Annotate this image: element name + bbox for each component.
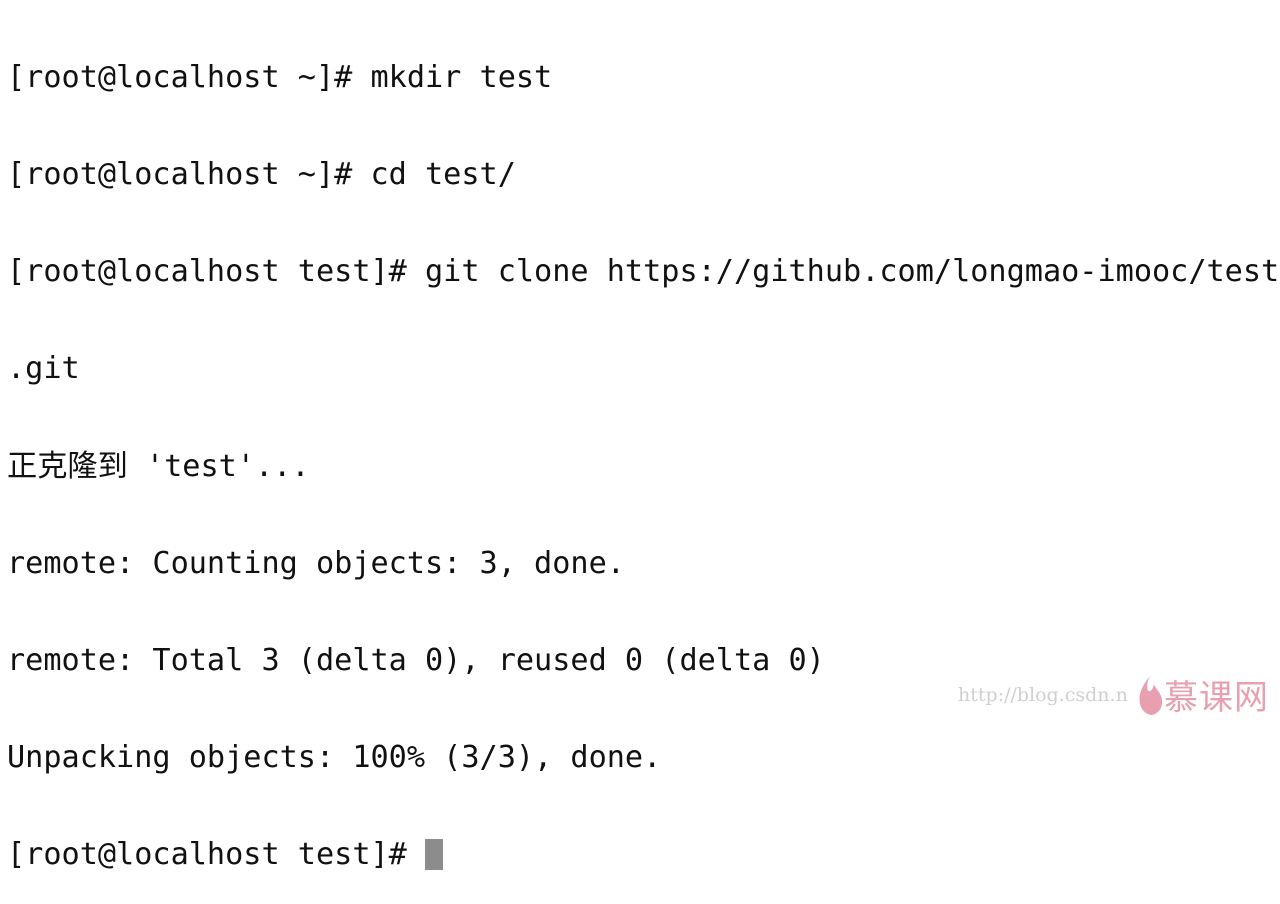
cursor (425, 839, 444, 871)
terminal-line: 正克隆到 'test'... (7, 448, 310, 484)
terminal-line: remote: Counting objects: 3, done. (7, 545, 625, 581)
logo-text: 慕课网 (1164, 678, 1269, 718)
flame-icon (1139, 675, 1163, 715)
terminal-line: [root@localhost ~]# cd test/ (7, 157, 516, 193)
terminal-line: [root@localhost ~]# mkdir test (7, 59, 553, 95)
terminal-line: .git (7, 351, 80, 387)
terminal-prompt-line[interactable]: [root@localhost test]# (7, 839, 1279, 871)
watermark-url: http://blog.csdn.n (958, 684, 1128, 706)
terminal-line: [root@localhost test]# git clone https:/… (7, 254, 1280, 290)
terminal-line: remote: Total 3 (delta 0), reused 0 (del… (7, 643, 825, 679)
terminal-output[interactable]: [root@localhost ~]# mkdir test [root@loc… (7, 0, 1279, 904)
prompt: [root@localhost test]# (7, 837, 426, 873)
terminal-line: Unpacking objects: 100% (3/3), done. (7, 740, 662, 776)
logo: 慕课网 (1136, 670, 1269, 719)
